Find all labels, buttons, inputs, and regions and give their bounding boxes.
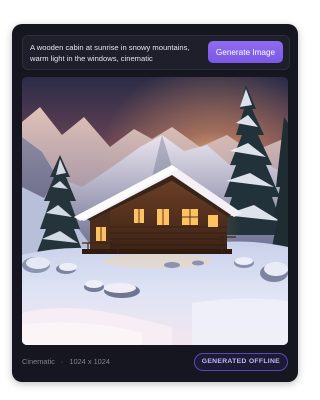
image-footer: Cinematic · 1024 x 1024 GENERATED OFFLINE bbox=[22, 353, 288, 371]
generated-offline-badge: GENERATED OFFLINE bbox=[193, 353, 288, 371]
generated-image bbox=[22, 77, 288, 345]
image-generator-card: A wooden cabin at sunrise in snowy mount… bbox=[12, 24, 298, 382]
image-meta: Cinematic · 1024 x 1024 bbox=[22, 357, 110, 366]
prompt-bar[interactable]: A wooden cabin at sunrise in snowy mount… bbox=[22, 35, 290, 70]
prompt-text[interactable]: A wooden cabin at sunrise in snowy mount… bbox=[30, 42, 206, 64]
cabin-scene-illustration bbox=[22, 77, 288, 345]
meta-separator: · bbox=[60, 357, 64, 366]
style-label: Cinematic bbox=[22, 357, 55, 366]
generate-image-button[interactable]: Generate Image bbox=[208, 41, 283, 63]
resolution-label: 1024 x 1024 bbox=[69, 357, 111, 366]
